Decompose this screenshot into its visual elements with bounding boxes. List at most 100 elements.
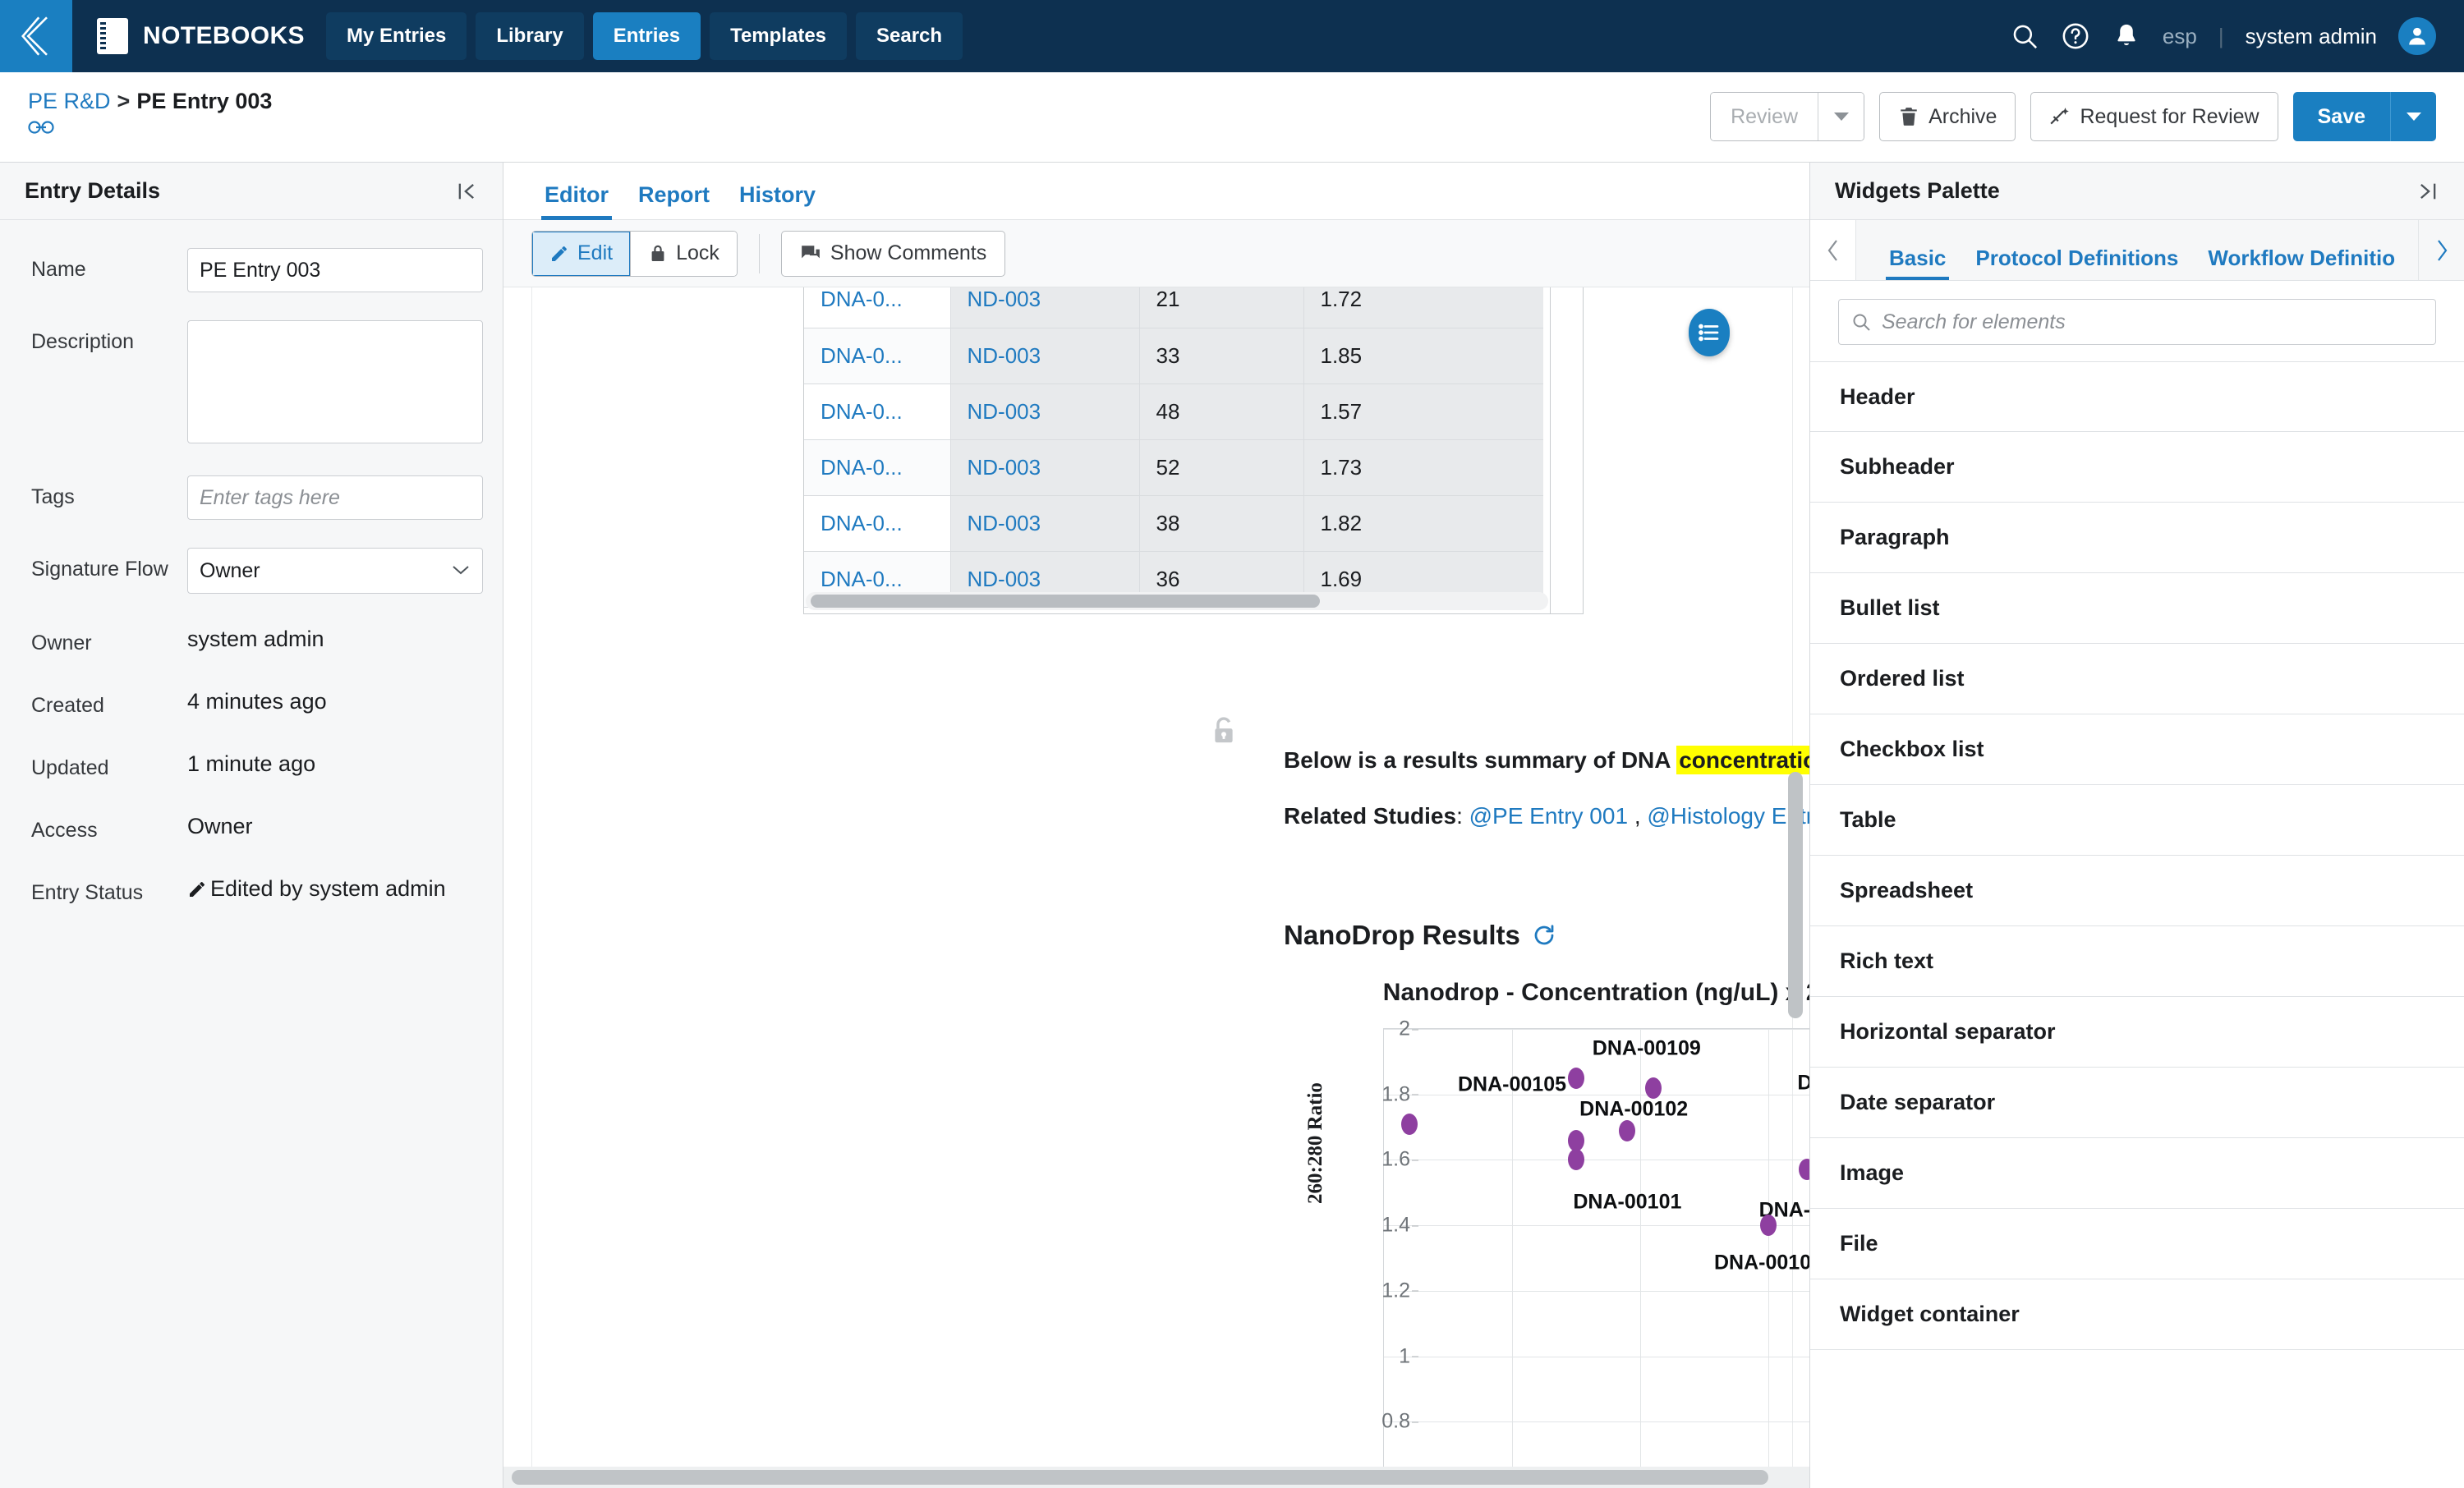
avatar[interactable]: [2398, 17, 2436, 55]
refresh-icon[interactable]: [1532, 923, 1556, 948]
table-row[interactable]: DNA-0... ND-003 48 1.57: [804, 383, 1543, 440]
scatter-point[interactable]: [1568, 1149, 1584, 1171]
nav-tab-entries[interactable]: Entries: [592, 12, 701, 60]
cell-instrument[interactable]: ND-003: [950, 495, 1140, 552]
name-input[interactable]: [187, 248, 483, 292]
description-textarea[interactable]: [187, 320, 483, 443]
request-for-review-label: Request for Review: [2080, 104, 2259, 128]
scatter-point[interactable]: [1401, 1113, 1418, 1135]
table-row[interactable]: DNA-0... ND-003 21 1.72: [804, 287, 1543, 328]
widget-lock-icon[interactable]: [1210, 714, 1238, 751]
cell-sample-id[interactable]: DNA-0...: [804, 495, 951, 552]
notifications-bell-icon[interactable]: [2112, 21, 2141, 51]
brand-logo[interactable]: NOTEBOOKS: [72, 0, 326, 72]
widget-item-rich-text[interactable]: Rich text: [1810, 926, 2464, 997]
copy-link-icon[interactable]: [28, 119, 272, 140]
scrollbar-thumb[interactable]: [1788, 772, 1803, 1018]
table-horizontal-scrollbar[interactable]: [806, 592, 1548, 610]
summary-paragraph[interactable]: Below is a results summary of DNA concen…: [1284, 746, 1809, 774]
scatter-point[interactable]: [1760, 1215, 1777, 1237]
cell-instrument[interactable]: ND-003: [950, 328, 1140, 384]
archive-button[interactable]: Archive: [1879, 92, 2016, 141]
widget-item-ordered-list[interactable]: Ordered list: [1810, 644, 2464, 714]
cell-sample-id[interactable]: DNA-0...: [804, 328, 951, 384]
y-axis-tick-label: 1.8: [1361, 1082, 1418, 1106]
widget-item-date-separator[interactable]: Date separator: [1810, 1068, 2464, 1138]
table-row[interactable]: DNA-0... ND-003 33 1.85: [804, 328, 1543, 384]
nav-tab-search[interactable]: Search: [856, 12, 963, 60]
tags-input[interactable]: [187, 475, 483, 520]
signature-flow-label: Signature Flow: [31, 558, 168, 581]
widget-item-image[interactable]: Image: [1810, 1138, 2464, 1209]
nav-tab-templates[interactable]: Templates: [710, 12, 848, 60]
tabs-scroll-right-icon[interactable]: [2418, 220, 2464, 280]
scatter-point[interactable]: [1644, 1077, 1662, 1099]
cell-instrument[interactable]: ND-003: [950, 383, 1140, 440]
show-comments-button[interactable]: Show Comments: [780, 230, 1006, 277]
scrollbar-thumb[interactable]: [512, 1470, 1768, 1485]
widget-item-horizontal-separator[interactable]: Horizontal separator: [1810, 997, 2464, 1068]
user-name-label[interactable]: system admin: [2246, 24, 2377, 49]
scatter-point[interactable]: [1619, 1119, 1636, 1141]
save-dropdown-toggle[interactable]: [2390, 92, 2436, 141]
breadcrumb-separator: >: [117, 89, 131, 113]
tabs-scroll-left-icon[interactable]: [1810, 220, 1856, 280]
widget-menu-fab[interactable]: [1689, 309, 1730, 356]
editor-horizontal-scrollbar[interactable]: [503, 1467, 1809, 1488]
related-study-link-2[interactable]: @Histology Entry 002: [1647, 803, 1809, 829]
search-input[interactable]: [1838, 299, 2436, 345]
breadcrumb-parent-link[interactable]: PE R&D: [28, 89, 111, 114]
nav-tab-my-entries[interactable]: My Entries: [325, 12, 467, 60]
editor-vertical-scrollbar[interactable]: [1788, 772, 1803, 1018]
signature-wand-icon: [2050, 108, 2070, 125]
cell-sample-id[interactable]: DNA-0...: [804, 287, 951, 328]
widget-item-spreadsheet[interactable]: Spreadsheet: [1810, 856, 2464, 926]
related-studies-paragraph[interactable]: Related Studies: @PE Entry 001 , @Histol…: [1284, 803, 1809, 829]
lock-button[interactable]: Lock: [631, 231, 737, 276]
tab-basic[interactable]: Basic: [1874, 247, 1961, 280]
tab-protocol-definitions[interactable]: Protocol Definitions: [1961, 247, 2193, 280]
entry-status-value: Edited by system admin: [210, 876, 446, 901]
nav-tab-library[interactable]: Library: [476, 12, 584, 60]
save-split-button[interactable]: Save: [2292, 92, 2436, 141]
widget-item-subheader[interactable]: Subheader: [1810, 432, 2464, 503]
request-for-review-button[interactable]: Request for Review: [2030, 92, 2278, 141]
related-study-link-1[interactable]: @PE Entry 001: [1469, 803, 1628, 829]
language-selector[interactable]: esp: [2163, 24, 2197, 49]
collapse-left-panel-icon[interactable]: [455, 180, 478, 203]
widget-item-bullet-list[interactable]: Bullet list: [1810, 573, 2464, 644]
help-icon[interactable]: [2061, 21, 2090, 51]
created-value: 4 minutes ago: [187, 689, 327, 714]
back-button[interactable]: [0, 0, 72, 72]
tab-report[interactable]: Report: [623, 182, 724, 219]
scrollbar-thumb[interactable]: [811, 595, 1320, 608]
tab-workflow-definitions[interactable]: Workflow Definitio: [2193, 247, 2410, 280]
scatter-point-label: DNA-00109: [1592, 1036, 1701, 1060]
table-row[interactable]: DNA-0... ND-003 52 1.73: [804, 439, 1543, 496]
cell-sample-id[interactable]: DNA-0...: [804, 439, 951, 496]
save-button[interactable]: Save: [2292, 92, 2390, 141]
review-dropdown-toggle[interactable]: [1818, 93, 1864, 140]
scatter-point[interactable]: [1798, 1159, 1809, 1181]
edit-button[interactable]: Edit: [532, 231, 632, 276]
widget-item-table[interactable]: Table: [1810, 785, 2464, 856]
widget-item-checkbox-list[interactable]: Checkbox list: [1810, 714, 2464, 785]
widget-item-paragraph[interactable]: Paragraph: [1810, 503, 2464, 573]
access-value: Owner: [187, 814, 253, 838]
cell-sample-id[interactable]: DNA-0...: [804, 383, 951, 440]
scatter-point[interactable]: [1568, 1067, 1584, 1089]
scatter-point[interactable]: [1568, 1129, 1584, 1151]
collapse-right-panel-icon[interactable]: [2416, 180, 2439, 203]
signature-flow-select[interactable]: Owner: [187, 548, 483, 594]
cell-instrument[interactable]: ND-003: [950, 439, 1140, 496]
cell-instrument[interactable]: ND-003: [950, 287, 1140, 328]
review-split-button[interactable]: Review: [1710, 92, 1865, 141]
widget-item-file[interactable]: File: [1810, 1209, 2464, 1279]
widget-item-widget-container[interactable]: Widget container: [1810, 1279, 2464, 1350]
table-row[interactable]: DNA-0... ND-003 38 1.82: [804, 495, 1543, 552]
tab-editor[interactable]: Editor: [530, 182, 623, 220]
search-icon[interactable]: [2010, 21, 2039, 51]
scatter-point-label: DNA-00108: [1797, 1071, 1809, 1095]
tab-history[interactable]: History: [724, 182, 830, 219]
widget-item-header[interactable]: Header: [1810, 361, 2464, 432]
